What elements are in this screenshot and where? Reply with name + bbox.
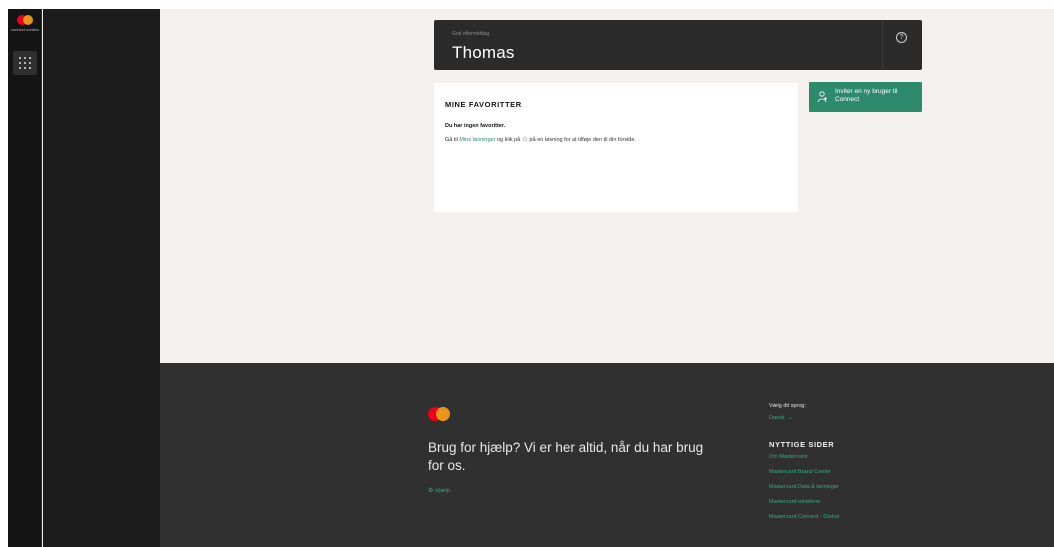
language-value: Dansk bbox=[769, 415, 785, 421]
footer: Brug for hjælp? Vi er her altid, når du … bbox=[160, 363, 1054, 547]
greeting-label: God eftermiddag bbox=[452, 31, 490, 37]
footer-link-developers[interactable]: Mastercard-udviklere bbox=[769, 499, 820, 505]
language-select[interactable]: Dansk ⌄ bbox=[769, 415, 793, 421]
greeting-header: God eftermiddag Thomas ? bbox=[434, 20, 922, 70]
app-window: connect nordics God eftermiddag Thomas ?… bbox=[8, 9, 1054, 547]
add-user-icon bbox=[817, 91, 827, 103]
help-button[interactable]: ? bbox=[882, 20, 922, 70]
invite-user-label: Inviter en ny bruger til Connect bbox=[835, 88, 898, 103]
logo-text: connect nordics bbox=[10, 27, 39, 32]
help-icon[interactable]: ? bbox=[896, 32, 907, 43]
footer-link-brand-center[interactable]: Mastercard Brand Center bbox=[769, 469, 831, 475]
desc-text-mid: og klik på bbox=[495, 137, 522, 143]
footer-link-connect-global[interactable]: Mastercard Connect - Global bbox=[769, 514, 839, 520]
help-link-icon: ⚙ bbox=[428, 488, 434, 494]
help-link-label: Hjælp bbox=[435, 488, 450, 494]
footer-headline: Brug for hjælp? Vi er her altid, når du … bbox=[428, 440, 704, 473]
footer-link-om-mastercard[interactable]: Om Mastercard bbox=[769, 454, 807, 460]
favorites-empty-description: Gå til Mine løsninger og klik på ☆ på en… bbox=[445, 135, 636, 143]
side-panel bbox=[43, 9, 160, 547]
invite-user-button[interactable]: Inviter en ny bruger til Connect bbox=[809, 82, 922, 112]
desc-text-pre: Gå til bbox=[445, 137, 460, 143]
left-rail: connect nordics bbox=[8, 9, 42, 547]
chevron-down-icon: ⌄ bbox=[788, 415, 793, 421]
mastercard-footer-logo-icon bbox=[428, 407, 454, 421]
footer-link-data-solutions[interactable]: Mastercard Data & løsninger bbox=[769, 484, 839, 490]
favorites-title: MINE FAVORITTER bbox=[445, 100, 522, 109]
desc-text-post: på en løsning for at tilføje den til din… bbox=[528, 137, 636, 143]
language-label: Vælg dit sprog: bbox=[769, 403, 806, 409]
my-solutions-link[interactable]: Mine løsninger bbox=[459, 137, 495, 143]
useful-pages-title: NYTTIGE SIDER bbox=[769, 440, 835, 449]
user-name: Thomas bbox=[452, 43, 515, 62]
favorites-empty-title: Du har ingen favoritter. bbox=[445, 123, 506, 129]
apps-grid-icon[interactable] bbox=[13, 51, 37, 75]
help-link[interactable]: ⚙ Hjælp bbox=[428, 487, 450, 494]
